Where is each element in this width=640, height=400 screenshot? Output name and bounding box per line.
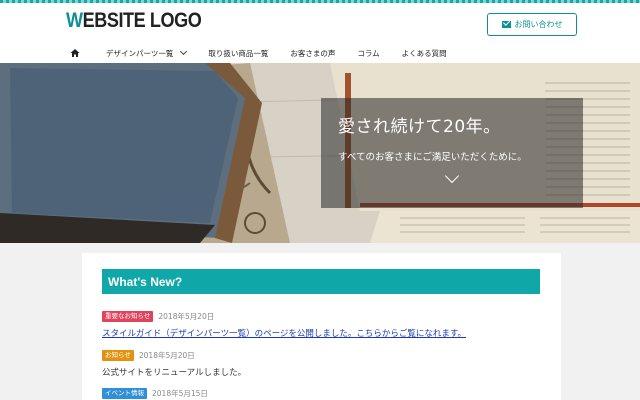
hero-title: 愛され続けて20年。 [338,117,501,137]
list-item: イベント情報 2018年5月15日 [102,387,542,399]
nav-customer-voice[interactable]: お客さまの声 [278,43,345,63]
hero-caption-panel: 愛され続けて20年。 すべてのお客さまにご満足いただくために。 [321,98,583,208]
site-header: WEBSITE LOGO お問い合わせ デザインパーツ一覧 取り扱い商品一覧 お… [0,3,640,63]
news-badge: お知らせ [102,349,134,361]
list-item: お知らせ 2018年5月20日 公式サイトをリニューアルしました。 [102,349,542,378]
nav-home[interactable] [60,43,90,63]
news-link[interactable]: スタイルガイド（デザインパーツ一覧）のページを公開しました。こちらからご覧になれ… [102,329,466,339]
nav-products[interactable]: 取り扱い商品一覧 [196,43,278,63]
news-date: 2018年5月15日 [152,388,208,398]
chevron-down-icon [180,47,188,56]
nav-products-label: 取り扱い商品一覧 [208,48,269,58]
home-icon [70,49,80,57]
news-badge: 重要なお知らせ [102,310,154,322]
nav-customer-voice-label: お客さまの声 [290,48,336,58]
nav-design-parts[interactable]: デザインパーツ一覧 [90,43,196,63]
news-date: 2018年5月20日 [138,350,195,360]
chevron-down-icon[interactable] [444,168,460,184]
nav-column-label: コラム [357,48,380,58]
hero-section: 愛され続けて20年。 すべてのお客さまにご満足いただくために。 [0,63,640,243]
hero-subtitle: すべてのお客さまにご満足いただくために。 [338,152,527,163]
news-heading: What's New? [102,269,540,294]
global-nav: デザインパーツ一覧 取り扱い商品一覧 お客さまの声 コラム よくある質問 [60,43,457,63]
contact-button[interactable]: お問い合わせ [487,13,577,36]
nav-column[interactable]: コラム [345,43,389,63]
nav-faq-label: よくある質問 [401,48,447,58]
news-date: 2018年5月20日 [158,311,215,321]
nav-faq[interactable]: よくある質問 [390,43,457,63]
site-logo[interactable]: WEBSITE LOGO [66,9,202,33]
news-section: What's New? 重要なお知らせ 2018年5月20日 スタイルガイド（デ… [82,253,561,400]
logo-text: EBSITE LOGO [82,9,202,32]
news-text: 公式サイトをリニューアルしました。 [102,368,247,378]
logo-accent: W [66,9,83,32]
news-badge: イベント情報 [102,387,147,399]
contact-label: お問い合わせ [514,20,563,29]
nav-design-parts-label: デザインパーツ一覧 [106,48,174,58]
mail-icon [501,21,511,28]
list-item: 重要なお知らせ 2018年5月20日 スタイルガイド（デザインパーツ一覧）のペー… [102,310,542,339]
